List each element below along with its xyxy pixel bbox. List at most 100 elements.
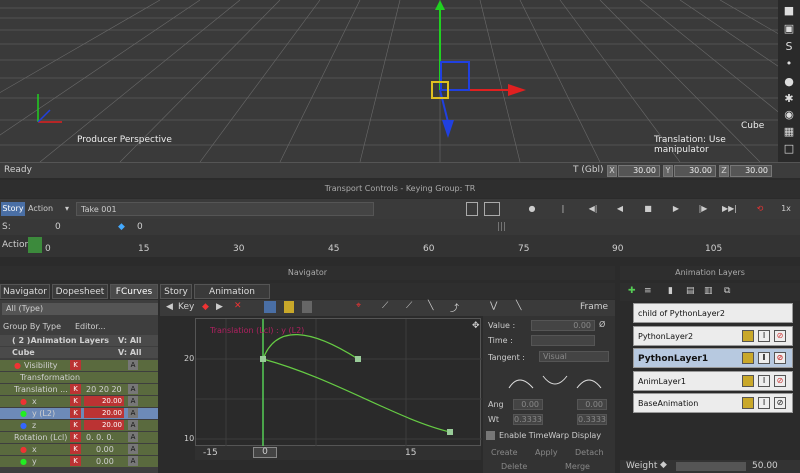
path-icon[interactable]: S — [781, 40, 797, 54]
key-point[interactable] — [260, 356, 266, 362]
tab-story[interactable]: Story — [160, 284, 192, 299]
tangent-tool-icon[interactable]: ⟋ — [382, 301, 388, 311]
x-tick-0[interactable]: 0 — [253, 447, 277, 458]
x-row[interactable]: ● x K 20.00 A — [0, 396, 158, 407]
delete-key-icon[interactable]: ◆ — [202, 302, 209, 312]
layer-item[interactable]: child of PythonLayer2 — [633, 303, 793, 323]
tab-animation-trigger[interactable]: Animation Trigger — [194, 284, 270, 312]
layers-icon[interactable]: ≡ — [644, 286, 652, 296]
take-dropdown[interactable]: Take 001 — [76, 202, 374, 216]
cube-row[interactable]: Cube V: All — [0, 347, 158, 358]
detach-button[interactable]: Detach — [575, 448, 604, 457]
layer-item-selected[interactable]: PythonLayer1 I ⊘ — [633, 348, 793, 368]
speed-label[interactable]: 1x — [778, 202, 794, 216]
grid-icon[interactable]: ▦ — [781, 125, 797, 139]
solo-icon[interactable]: I — [758, 375, 770, 387]
x-field[interactable]: 30.00 — [618, 165, 660, 177]
record-icon[interactable]: ● — [526, 202, 538, 216]
solo-icon[interactable]: I — [758, 397, 770, 409]
close-icon[interactable]: ✕ — [234, 301, 242, 311]
key-icon[interactable]: ◆ — [660, 460, 667, 470]
next-key-icon[interactable]: |▶ — [696, 202, 710, 216]
break-tangent-icon[interactable]: ⋁ — [490, 301, 497, 311]
scroll-handle[interactable]: ||| — [497, 222, 506, 232]
fcurve-graph[interactable]: Translation (Lcl) : y (L2) 20 10 ✥ — [184, 318, 482, 447]
s-value2[interactable]: 0 — [137, 222, 143, 232]
layer-item[interactable]: PythonLayer2 I ⊘ — [633, 326, 793, 346]
smooth-tool-icon[interactable]: ⤴ — [450, 301, 459, 314]
editor-button[interactable]: Editor... — [75, 321, 106, 332]
frame-icon[interactable]: □ — [781, 142, 797, 156]
merge-icon[interactable]: ▥ — [704, 286, 713, 296]
lock-icon[interactable] — [742, 352, 754, 364]
next-key-icon[interactable]: ▶ — [216, 302, 223, 312]
s-value[interactable]: 0 — [55, 222, 61, 232]
layer-item[interactable]: BaseAnimation I ⊘ — [633, 393, 793, 413]
tab-navigator[interactable]: Navigator — [0, 284, 50, 299]
play-back-icon[interactable]: ◀ — [614, 202, 626, 216]
create-button[interactable]: Create — [491, 448, 518, 457]
anim-layers-row[interactable]: ( 2 )Animation Layers V: All — [0, 335, 158, 346]
goto-start-icon[interactable]: |◀◀ — [556, 202, 570, 227]
goto-end-icon[interactable]: ▶▶| — [722, 202, 737, 216]
timewarp-checkbox[interactable] — [486, 431, 495, 440]
snap-icon[interactable] — [302, 301, 312, 313]
rx-row[interactable]: ● x K 0.00 A — [0, 444, 158, 455]
star-icon[interactable]: ✱ — [781, 92, 797, 106]
tab-fcurves[interactable]: FCurves — [110, 284, 158, 299]
ry-row[interactable]: ● y K 0.00 A — [0, 456, 158, 467]
single-view-icon[interactable] — [466, 202, 478, 216]
trash-icon[interactable]: ▮ — [668, 286, 673, 296]
solo-icon[interactable]: I — [758, 352, 770, 364]
lock-icon[interactable] — [742, 397, 754, 409]
camera-icon[interactable]: ◉ — [781, 108, 797, 122]
box-icon[interactable]: ▣ — [781, 22, 797, 36]
mute-icon[interactable]: ⊘ — [774, 397, 786, 409]
flatten-icon[interactable]: ╲ — [516, 301, 521, 311]
tangent-presets[interactable] — [505, 368, 605, 396]
filter-dropdown[interactable]: All (Type) — [2, 303, 158, 315]
ang-field-right[interactable]: 0.00 — [577, 399, 607, 410]
curve-canvas[interactable] — [196, 319, 482, 447]
story-button[interactable]: Story — [1, 202, 25, 216]
mute-icon[interactable]: ⊘ — [774, 375, 786, 387]
z-row[interactable]: ● z K 20.00 A — [0, 420, 158, 431]
wt-field-left[interactable]: 0.3333 — [513, 414, 543, 425]
lock-icon[interactable] — [742, 375, 754, 387]
3d-viewport[interactable]: Producer Perspective Cube Translation: U… — [0, 0, 778, 162]
stop-icon[interactable]: ■ — [642, 202, 654, 216]
bone-icon[interactable]: • — [781, 57, 797, 71]
tangent-dropdown[interactable]: Visual — [539, 351, 609, 362]
z-field[interactable]: 30.00 — [730, 165, 772, 177]
apply-button[interactable]: Apply — [535, 448, 558, 457]
tab-dopesheet[interactable]: Dopesheet — [52, 284, 108, 299]
anim-button[interactable]: A — [128, 360, 138, 370]
transformation-row[interactable]: Transformation — [0, 372, 158, 383]
translation-row[interactable]: Translation ... K 20 20 20 A — [0, 384, 158, 395]
frame-all-icon[interactable] — [264, 301, 276, 313]
key-point[interactable] — [447, 429, 453, 435]
y-row[interactable]: ● y (L2) K 20.00 A — [0, 408, 158, 419]
play-icon[interactable]: ▶ — [670, 202, 682, 216]
key-point[interactable] — [355, 356, 361, 362]
key-button[interactable]: K — [70, 360, 81, 370]
delete-button[interactable]: Delete — [501, 462, 527, 471]
prev-key-icon[interactable]: ◀| — [586, 202, 600, 216]
wt-field-right[interactable]: 0.3333 — [577, 414, 607, 425]
ang-field-left[interactable]: 0.00 — [513, 399, 543, 410]
light-icon[interactable]: ● — [781, 75, 797, 89]
move-icon[interactable]: ✥ — [472, 321, 480, 331]
solo-icon[interactable]: I — [758, 330, 770, 342]
dual-view-icon[interactable] — [484, 202, 500, 216]
add-layer-icon[interactable]: ✚ — [628, 286, 636, 296]
cube-icon[interactable]: ■ — [781, 4, 797, 18]
lock-icon[interactable]: Ø — [599, 320, 605, 329]
time-field[interactable] — [531, 335, 595, 346]
lock-icon[interactable] — [742, 330, 754, 342]
target-icon[interactable]: ⌖ — [356, 301, 361, 311]
y-field[interactable]: 30.00 — [674, 165, 716, 177]
mute-icon[interactable]: ⊘ — [774, 330, 786, 342]
weight-value[interactable]: 50.00 — [752, 461, 778, 471]
group-by-row[interactable]: Group By Type Editor... — [0, 321, 158, 332]
rotation-row[interactable]: Rotation (Lcl) K 0. 0. 0. A — [0, 432, 158, 443]
